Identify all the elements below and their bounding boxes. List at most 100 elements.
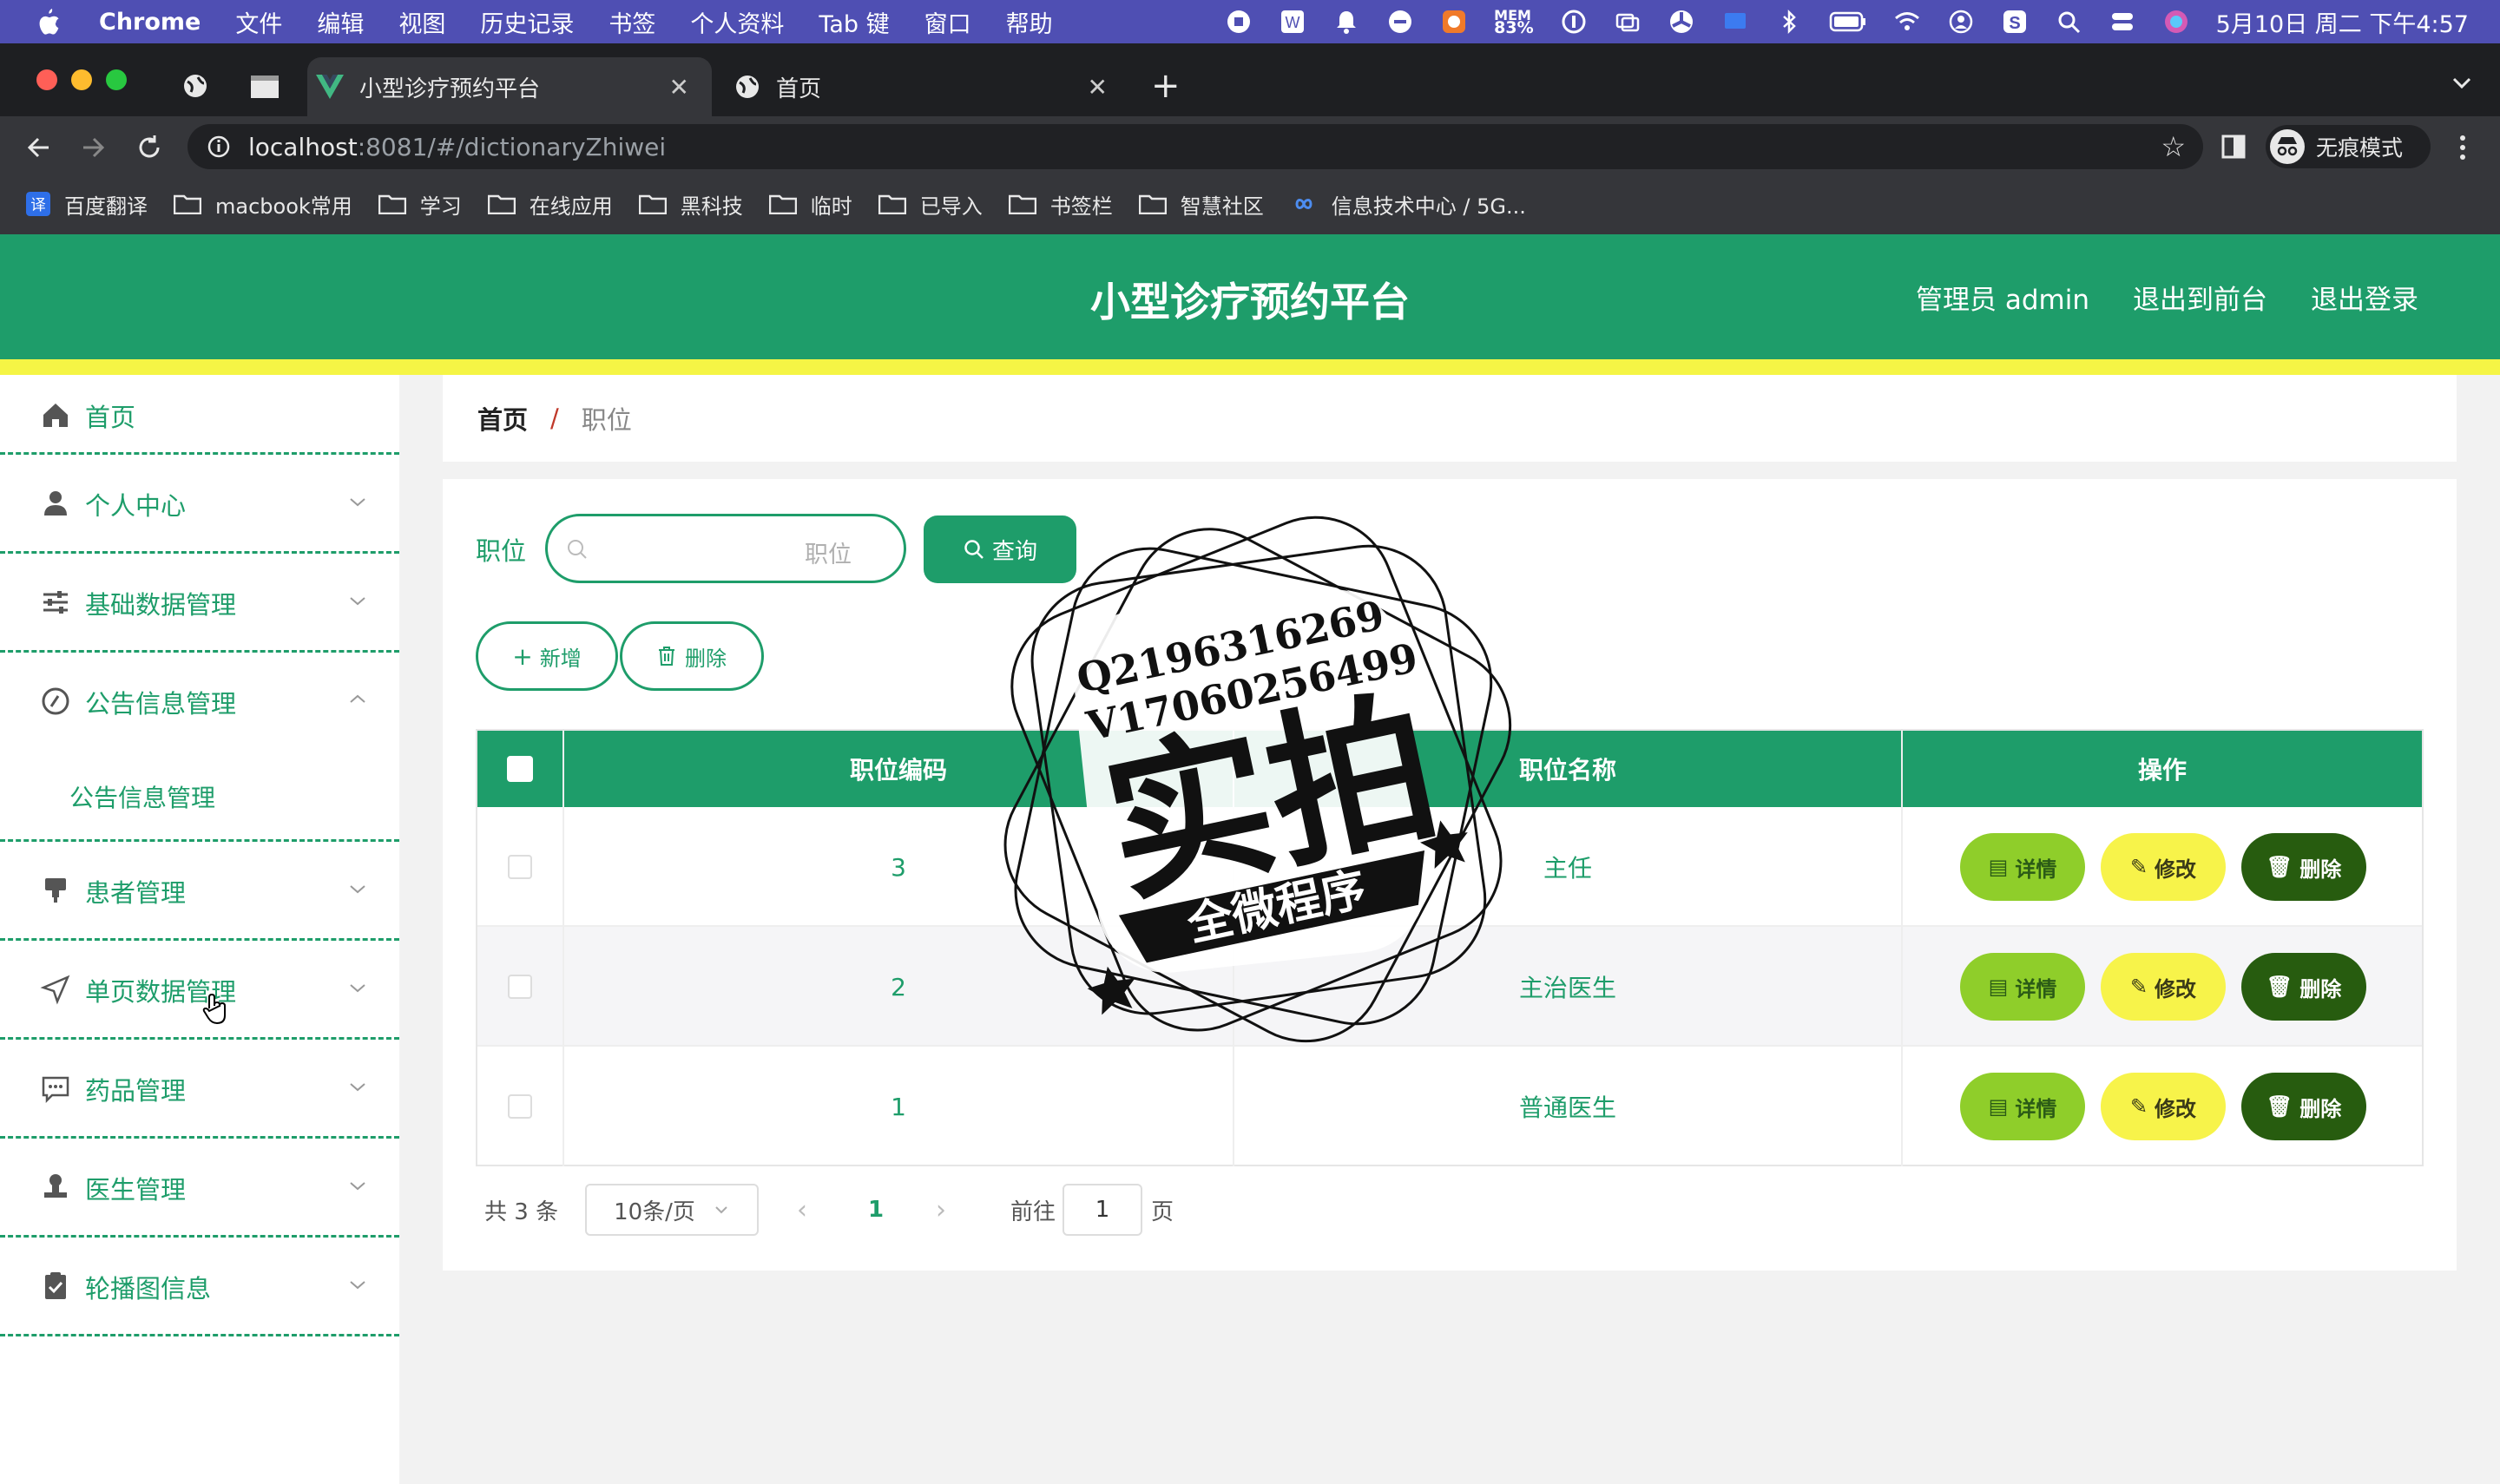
- bluetooth-icon[interactable]: [1775, 8, 1803, 36]
- detail-button[interactable]: ▤ 详情: [1960, 1073, 2085, 1140]
- bookmark-folder-macbook[interactable]: macbook常用: [174, 189, 352, 220]
- bookmark-folder-imported[interactable]: 已导入: [878, 189, 983, 220]
- fan-icon[interactable]: [1668, 8, 1695, 36]
- sidebar-item-basic-data[interactable]: 基础数据管理: [0, 554, 399, 653]
- chevron-up-icon: [350, 694, 365, 703]
- batch-delete-button[interactable]: 删除: [620, 621, 764, 691]
- bookmark-folder-study[interactable]: 学习: [378, 189, 462, 220]
- row-checkbox[interactable]: [508, 975, 532, 999]
- wps-icon[interactable]: W: [1279, 8, 1306, 36]
- display-icon[interactable]: [1721, 8, 1749, 36]
- delete-button[interactable]: 🗑 删除: [2241, 833, 2366, 901]
- address-bar[interactable]: localhost:8081/#/dictionaryZhiwei ☆: [188, 124, 2203, 169]
- sidebar-item-home[interactable]: 首页: [0, 375, 399, 455]
- menu-tab[interactable]: Tab 键: [819, 5, 889, 39]
- side-panel-icon[interactable]: [2220, 134, 2247, 160]
- delete-button[interactable]: 🗑 删除: [2241, 1073, 2366, 1140]
- window-close-button[interactable]: [36, 69, 57, 90]
- menu-edit[interactable]: 编辑: [317, 5, 364, 39]
- bookmark-folder-temp[interactable]: 临时: [768, 189, 852, 220]
- siri-icon[interactable]: [2162, 8, 2190, 36]
- bookmark-baidu-translate[interactable]: 译 百度翻译: [26, 189, 148, 220]
- forward-button[interactable]: [80, 134, 108, 161]
- app-orange-icon[interactable]: [1440, 8, 1468, 36]
- bell-icon[interactable]: [1332, 8, 1360, 36]
- row-checkbox[interactable]: [508, 1094, 532, 1119]
- reload-button[interactable]: [135, 134, 163, 161]
- windows-icon[interactable]: [1614, 8, 1641, 36]
- sidebar-subitem-notice[interactable]: 公告信息管理: [69, 779, 215, 814]
- new-tab-button[interactable]: +: [1151, 66, 1181, 106]
- app-s-icon[interactable]: S: [2001, 8, 2029, 36]
- menu-profile[interactable]: 个人资料: [690, 5, 784, 39]
- sidebar-item-personal-center[interactable]: 个人中心: [0, 455, 399, 554]
- prev-page-button[interactable]: ‹: [797, 1184, 807, 1236]
- page-size-select[interactable]: 10条/页: [585, 1184, 759, 1236]
- apple-icon[interactable]: [35, 6, 61, 37]
- tab-home[interactable]: 首页 ✕: [726, 57, 1130, 116]
- detail-button[interactable]: ▤ 详情: [1960, 833, 2085, 901]
- site-info-icon[interactable]: [207, 135, 231, 159]
- logout-link[interactable]: 退出登录: [2311, 278, 2418, 317]
- messenger-icon[interactable]: [1386, 8, 1414, 36]
- detail-button[interactable]: ▤ 详情: [1960, 953, 2085, 1021]
- row-checkbox[interactable]: [508, 855, 532, 879]
- menu-history[interactable]: 历史记录: [480, 5, 574, 39]
- sidebar-item-single-page[interactable]: 单页数据管理: [0, 941, 399, 1040]
- pinned-tab-globe-icon[interactable]: [182, 73, 208, 99]
- sidebar-item-doctors[interactable]: 医生管理: [0, 1139, 399, 1238]
- row-select-cell: [477, 1047, 564, 1166]
- bookmark-star-icon[interactable]: ☆: [2161, 130, 2186, 163]
- bookmark-it-center[interactable]: 信息技术中心 / 5G...: [1290, 189, 1526, 220]
- delete-button[interactable]: 🗑 删除: [2241, 953, 2366, 1021]
- hand-cursor-icon: [202, 993, 226, 1025]
- edit-button[interactable]: ✎ 修改: [2101, 953, 2226, 1021]
- page-number-current[interactable]: 1: [868, 1184, 884, 1236]
- select-all-checkbox[interactable]: [507, 756, 533, 782]
- menu-window[interactable]: 窗口: [924, 5, 971, 39]
- menu-app-name[interactable]: Chrome: [99, 9, 201, 36]
- edit-button[interactable]: ✎ 修改: [2101, 833, 2226, 901]
- pinned-tab-page-icon[interactable]: [250, 75, 280, 99]
- window-minimize-button[interactable]: [71, 69, 92, 90]
- control-center-icon[interactable]: [2109, 8, 2136, 36]
- bookmark-folder-online-apps[interactable]: 在线应用: [487, 189, 613, 220]
- wifi-icon[interactable]: [1893, 8, 1921, 36]
- menu-bookmarks[interactable]: 书签: [609, 5, 655, 39]
- back-button[interactable]: [24, 134, 52, 161]
- bookmark-folder-black-tech[interactable]: 黑科技: [638, 189, 743, 220]
- info-icon[interactable]: [1560, 8, 1588, 36]
- tab-close-icon[interactable]: ✕: [669, 73, 689, 102]
- search-input[interactable]: 职位: [545, 514, 906, 583]
- bookmark-folder-bookmarks-bar[interactable]: 书签栏: [1008, 189, 1113, 220]
- battery-icon[interactable]: [1829, 8, 1867, 36]
- incognito-profile-button[interactable]: 无痕模式: [2266, 125, 2431, 168]
- record-icon[interactable]: [1225, 8, 1253, 36]
- edit-button[interactable]: ✎ 修改: [2101, 1073, 2226, 1140]
- menu-view[interactable]: 视图: [398, 5, 445, 39]
- user-account-icon[interactable]: [1947, 8, 1975, 36]
- bookmark-folder-smart-community[interactable]: 智慧社区: [1138, 189, 1264, 220]
- window-maximize-button[interactable]: [106, 69, 127, 90]
- tab-search-chevron-icon[interactable]: [2450, 71, 2474, 95]
- menu-help[interactable]: 帮助: [1006, 5, 1053, 39]
- goto-page-input[interactable]: 1: [1062, 1184, 1142, 1236]
- menubar-clock[interactable]: 5月10日 周二 下午4:57: [2216, 5, 2469, 39]
- sidebar-item-patients[interactable]: 患者管理: [0, 842, 399, 941]
- document-icon: ▤: [1988, 1094, 2009, 1119]
- breadcrumb-home[interactable]: 首页: [477, 400, 528, 437]
- sidebar-item-notice[interactable]: 公告信息管理 公告信息管理: [0, 653, 399, 842]
- tab-title: 首页: [776, 76, 822, 102]
- next-page-button[interactable]: ›: [936, 1184, 946, 1236]
- exit-to-front-link[interactable]: 退出到前台: [2133, 278, 2267, 317]
- tab-active-platform[interactable]: 小型诊疗预约平台 ✕: [307, 57, 712, 116]
- sidebar-item-carousel[interactable]: 轮播图信息: [0, 1238, 399, 1336]
- chrome-menu-icon[interactable]: [2457, 134, 2469, 161]
- menu-file[interactable]: 文件: [235, 5, 282, 39]
- mem-indicator: MEM 83%: [1494, 7, 1534, 37]
- sidebar-item-medicine[interactable]: 药品管理: [0, 1040, 399, 1139]
- tab-close-icon[interactable]: ✕: [1088, 73, 1108, 102]
- spotlight-search-icon[interactable]: [2055, 8, 2082, 36]
- svg-text:S: S: [2009, 14, 2020, 33]
- add-button[interactable]: + 新增: [476, 621, 618, 691]
